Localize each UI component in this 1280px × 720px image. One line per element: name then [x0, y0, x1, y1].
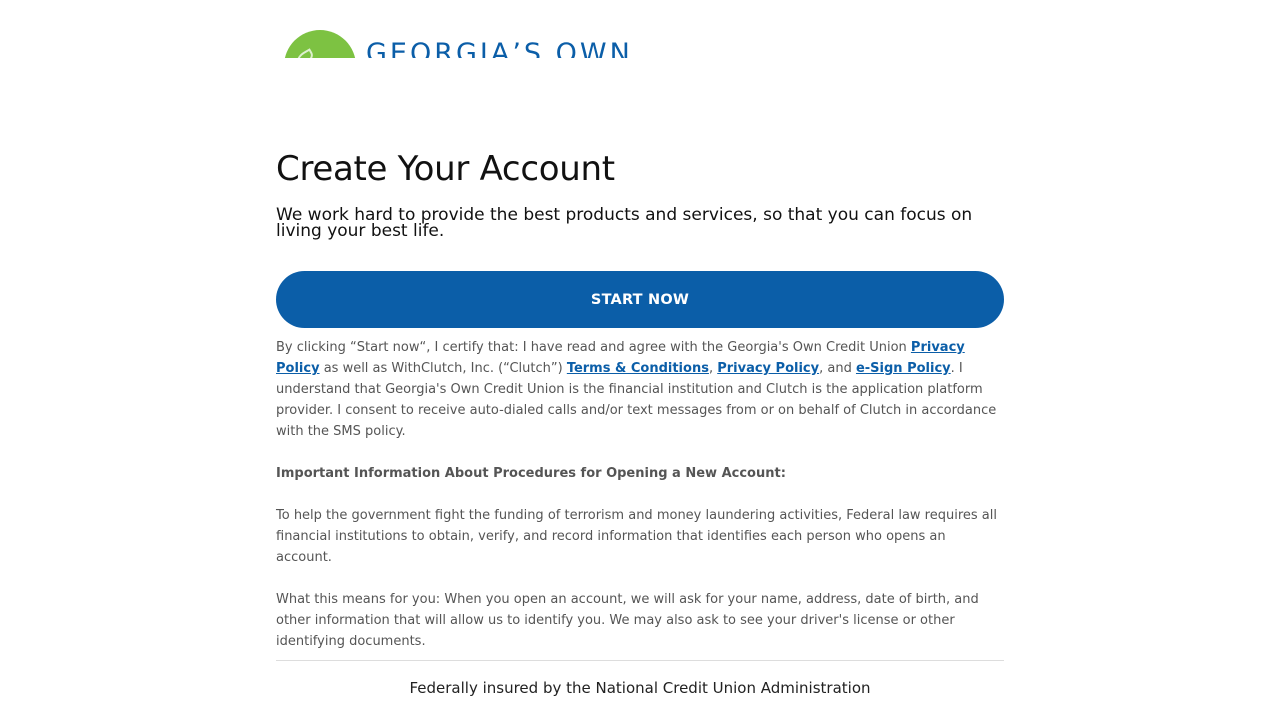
page: GEORGIA’S OWN Create Your Account We wor…: [0, 0, 1280, 720]
consent-separator-2: , and: [819, 361, 856, 376]
consent-separator-1: ,: [708, 361, 718, 376]
consent-paragraph: By clicking “Start now“, I certify that:…: [276, 337, 1004, 442]
logo-mark: [284, 30, 356, 58]
procedures-heading: Important Information About Procedures f…: [276, 463, 1004, 484]
start-now-button[interactable]: START NOW: [276, 271, 1004, 328]
esign-policy-link[interactable]: e-Sign Policy: [856, 361, 951, 376]
logo-text: GEORGIA’S OWN: [366, 38, 633, 58]
page-subtitle: We work hard to provide the best product…: [276, 205, 973, 241]
leaf-icon: [294, 48, 316, 58]
procedures-paragraph-1: To help the government fight the funding…: [276, 508, 997, 565]
procedures-paragraph-2: What this means for you: When you open a…: [276, 592, 979, 649]
ncua-notice: Federally insured by the National Credit…: [409, 679, 871, 697]
consent-text-2: as well as WithClutch, Inc. (“Clutch”): [319, 361, 567, 376]
page-title: Create Your Account: [276, 149, 615, 189]
clutch-terms-link[interactable]: Terms & Conditions: [567, 361, 709, 376]
logo[interactable]: GEORGIA’S OWN: [284, 0, 644, 58]
clutch-privacy-policy-link[interactable]: Privacy Policy: [717, 361, 819, 376]
legal-text: By clicking “Start now“, I certify that:…: [276, 337, 1004, 652]
main-content: Create Your Account We work hard to prov…: [276, 146, 1004, 698]
procedures-heading-text: Important Information About Procedures f…: [276, 466, 786, 481]
footer-divider: [276, 660, 1004, 661]
consent-text-1: By clicking “Start now“, I certify that:…: [276, 340, 911, 355]
